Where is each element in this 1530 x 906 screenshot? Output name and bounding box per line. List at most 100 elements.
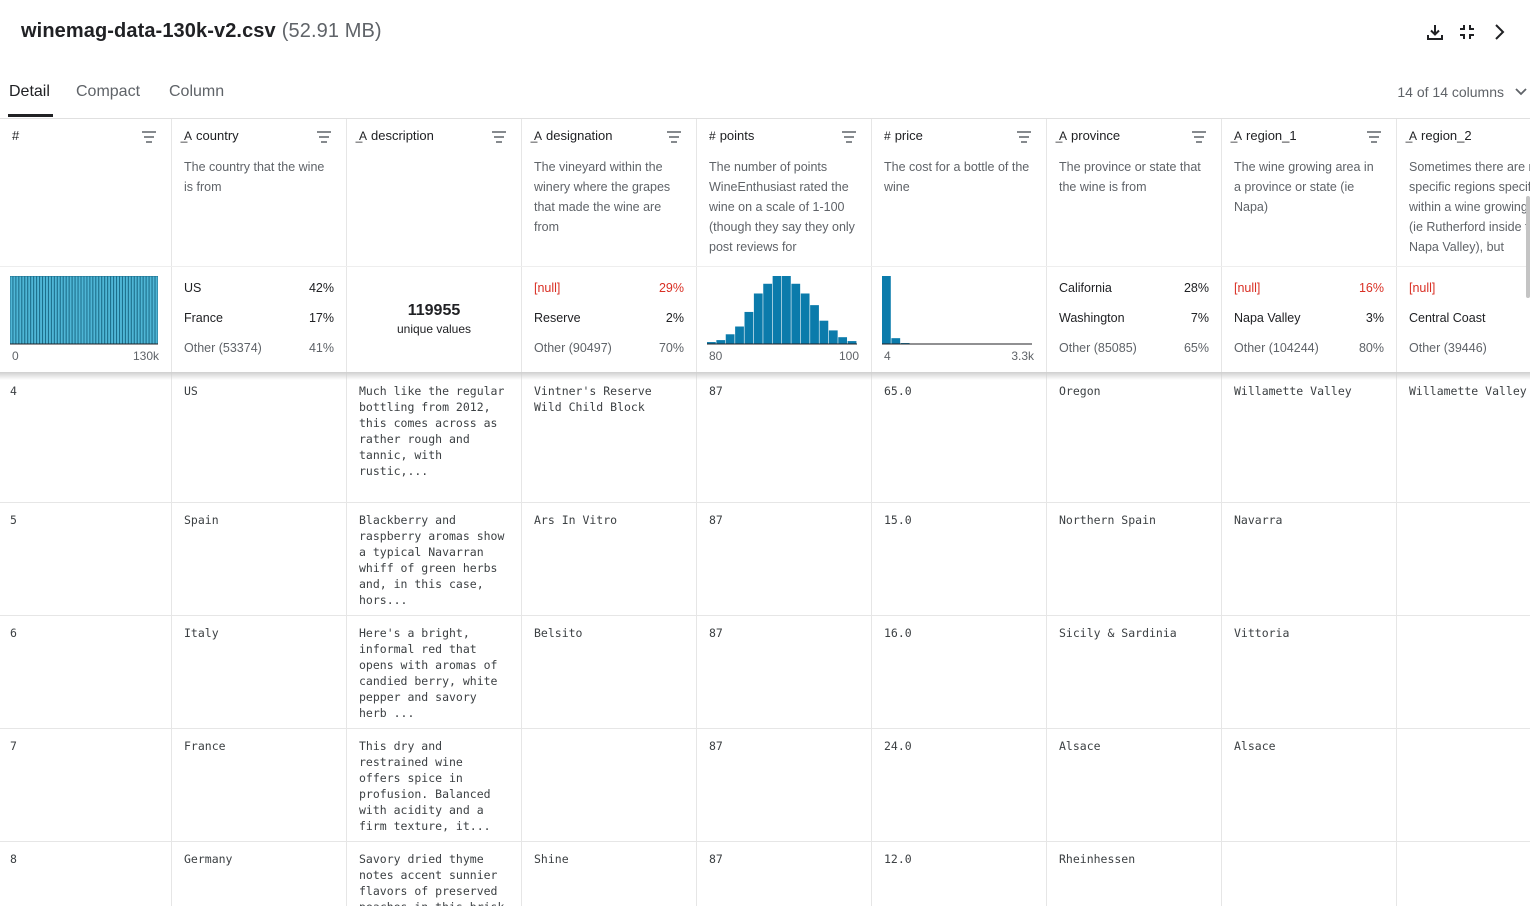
stat-row: Central Coast (1409, 311, 1486, 325)
cell-description: Here's a bright, informal red that opens… (359, 626, 505, 720)
chevron-right-icon[interactable] (1490, 22, 1508, 42)
stat-row-other: Other (39446) (1409, 341, 1487, 355)
axis-max: 100 (838, 349, 859, 363)
column-header[interactable]: ̲A province The province or state that th… (1047, 119, 1221, 266)
histogram-bar[interactable] (782, 276, 791, 344)
column-stats: 4 3.3k (872, 266, 1046, 373)
cell-points: 87 (709, 384, 723, 398)
stat-row: France 17% (184, 311, 334, 325)
axis-max: 3.3k (1011, 349, 1034, 363)
chevron-down-icon[interactable] (1514, 85, 1528, 104)
view-tabs: Detail Compact Column 14 of 14 columns (0, 66, 1530, 118)
cell-price: 15.0 (884, 513, 912, 527)
cell-index: 6 (10, 626, 17, 640)
cell-price: 65.0 (884, 384, 912, 398)
row-divider (0, 502, 1530, 503)
column-header[interactable]: ̲Aregion_2 Sometimes there are more spec… (1397, 119, 1530, 266)
price-histogram (882, 276, 1032, 345)
tab-compact[interactable]: Compact (76, 83, 140, 101)
histogram-bar[interactable] (763, 283, 773, 344)
histogram-bar[interactable] (753, 293, 763, 344)
cell-description: Much like the regular bottling from 2012… (359, 384, 505, 478)
histogram-axis: 80 100 (709, 349, 859, 363)
histogram-bar[interactable] (735, 326, 744, 344)
cell-region-1: Vittoria (1234, 626, 1290, 640)
file-size: (52.91 MB) (281, 20, 382, 42)
string-type-icon: ̲A (359, 129, 368, 143)
cell-country: US (184, 384, 198, 398)
column-type-icon: # (12, 128, 20, 143)
numeric-type-icon: # (884, 129, 891, 143)
column-description-text: The number of points WineEnthusiast rate… (709, 160, 855, 254)
column-description-text: The wine growing area in a province or s… (1234, 160, 1374, 214)
string-type-icon: ̲A (184, 129, 193, 143)
stat-row-other: Other (53374) 41% (184, 341, 334, 355)
cell-region-1: Willamette Valley (1234, 384, 1352, 398)
histogram-bar[interactable] (891, 338, 901, 344)
file-name: winemag-data-130k-v2.csv (21, 20, 276, 42)
cell-region-1: Alsace (1234, 739, 1276, 753)
cell-description: This dry and restrained wine offers spic… (359, 739, 498, 833)
cell-points: 87 (709, 513, 723, 527)
histogram-bar[interactable] (725, 334, 735, 344)
column-header[interactable]: ̲A country The country that the wine is f… (172, 119, 346, 266)
cell-designation: Shine (534, 852, 569, 866)
sort-icon[interactable] (666, 130, 682, 148)
string-type-icon: ̲A (1409, 129, 1418, 143)
histogram-bar[interactable] (154, 276, 158, 345)
histogram-bar[interactable] (772, 276, 782, 344)
sort-icon[interactable] (316, 130, 332, 148)
string-type-icon: ̲A (534, 129, 543, 143)
tab-detail[interactable]: Detail (9, 83, 50, 101)
histogram-bar[interactable] (716, 340, 726, 344)
column-header[interactable]: ̲A designation The vineyard within the wi… (522, 119, 696, 266)
column-header[interactable]: ̲A region_1 The wine growing area in a pr… (1222, 119, 1396, 266)
column-title: ̲A province (1059, 128, 1121, 143)
column-stats: [null] 16% Napa Valley 3% Other (104244) 80… (1222, 266, 1396, 373)
row-divider (0, 615, 1530, 616)
cell-province: Rheinhessen (1059, 852, 1136, 866)
column-count-selector[interactable]: 14 of 14 columns (1397, 84, 1504, 100)
tab-column[interactable]: Column (169, 83, 224, 101)
row-divider (0, 728, 1530, 729)
axis-min: 80 (709, 349, 723, 363)
column-stats: [null] 29% Reserve 2% Other (90497) 70% (522, 266, 696, 373)
histogram-bar[interactable] (819, 320, 829, 344)
histogram-bar[interactable] (810, 305, 819, 344)
sort-icon[interactable] (1366, 130, 1382, 148)
column-title: ̲A designation (534, 128, 613, 143)
histogram-bar[interactable] (744, 311, 754, 344)
row-divider (0, 841, 1530, 842)
histogram-bar[interactable] (828, 330, 838, 344)
histogram-bar[interactable] (800, 293, 810, 344)
sort-icon[interactable] (841, 130, 857, 148)
stat-row-other: Other (85085) 65% (1059, 341, 1209, 355)
sort-icon[interactable] (1191, 130, 1207, 148)
column-designation: ̲A designation The vineyard within the wi… (522, 119, 697, 906)
histogram-bar[interactable] (838, 337, 848, 344)
download-icon[interactable] (1426, 22, 1444, 42)
cell-province: Northern Spain (1059, 513, 1156, 527)
sort-icon[interactable] (141, 130, 157, 148)
vertical-scrollbar[interactable] (1526, 196, 1530, 298)
column-header[interactable]: ̲A description (347, 119, 521, 266)
cell-designation: Belsito (534, 626, 583, 640)
points-histogram (707, 276, 857, 345)
cell-designation: Vintner's Reserve Wild Child Block (534, 384, 659, 414)
stat-row-other: Other (104244) 80% (1234, 341, 1384, 355)
column-header[interactable]: # points The number of points WineEnthusi… (697, 119, 871, 266)
column-stats: 80 100 (697, 266, 871, 373)
histogram-bar[interactable] (882, 276, 891, 344)
cell-points: 87 (709, 852, 723, 866)
sort-icon[interactable] (1016, 130, 1032, 148)
string-type-icon: ̲A (1234, 129, 1243, 143)
cell-index: 7 (10, 739, 17, 753)
histogram-bar[interactable] (791, 283, 801, 344)
sort-icon[interactable] (491, 130, 507, 148)
active-tab-indicator (8, 114, 53, 117)
column-title: # points (709, 128, 755, 143)
column-header[interactable]: # price The cost for a bottle of the wine (872, 119, 1046, 266)
collapse-icon[interactable] (1458, 22, 1476, 42)
column-region-2: ̲Aregion_2 Sometimes there are more spec… (1397, 119, 1530, 906)
column-header[interactable]: # (0, 119, 171, 266)
